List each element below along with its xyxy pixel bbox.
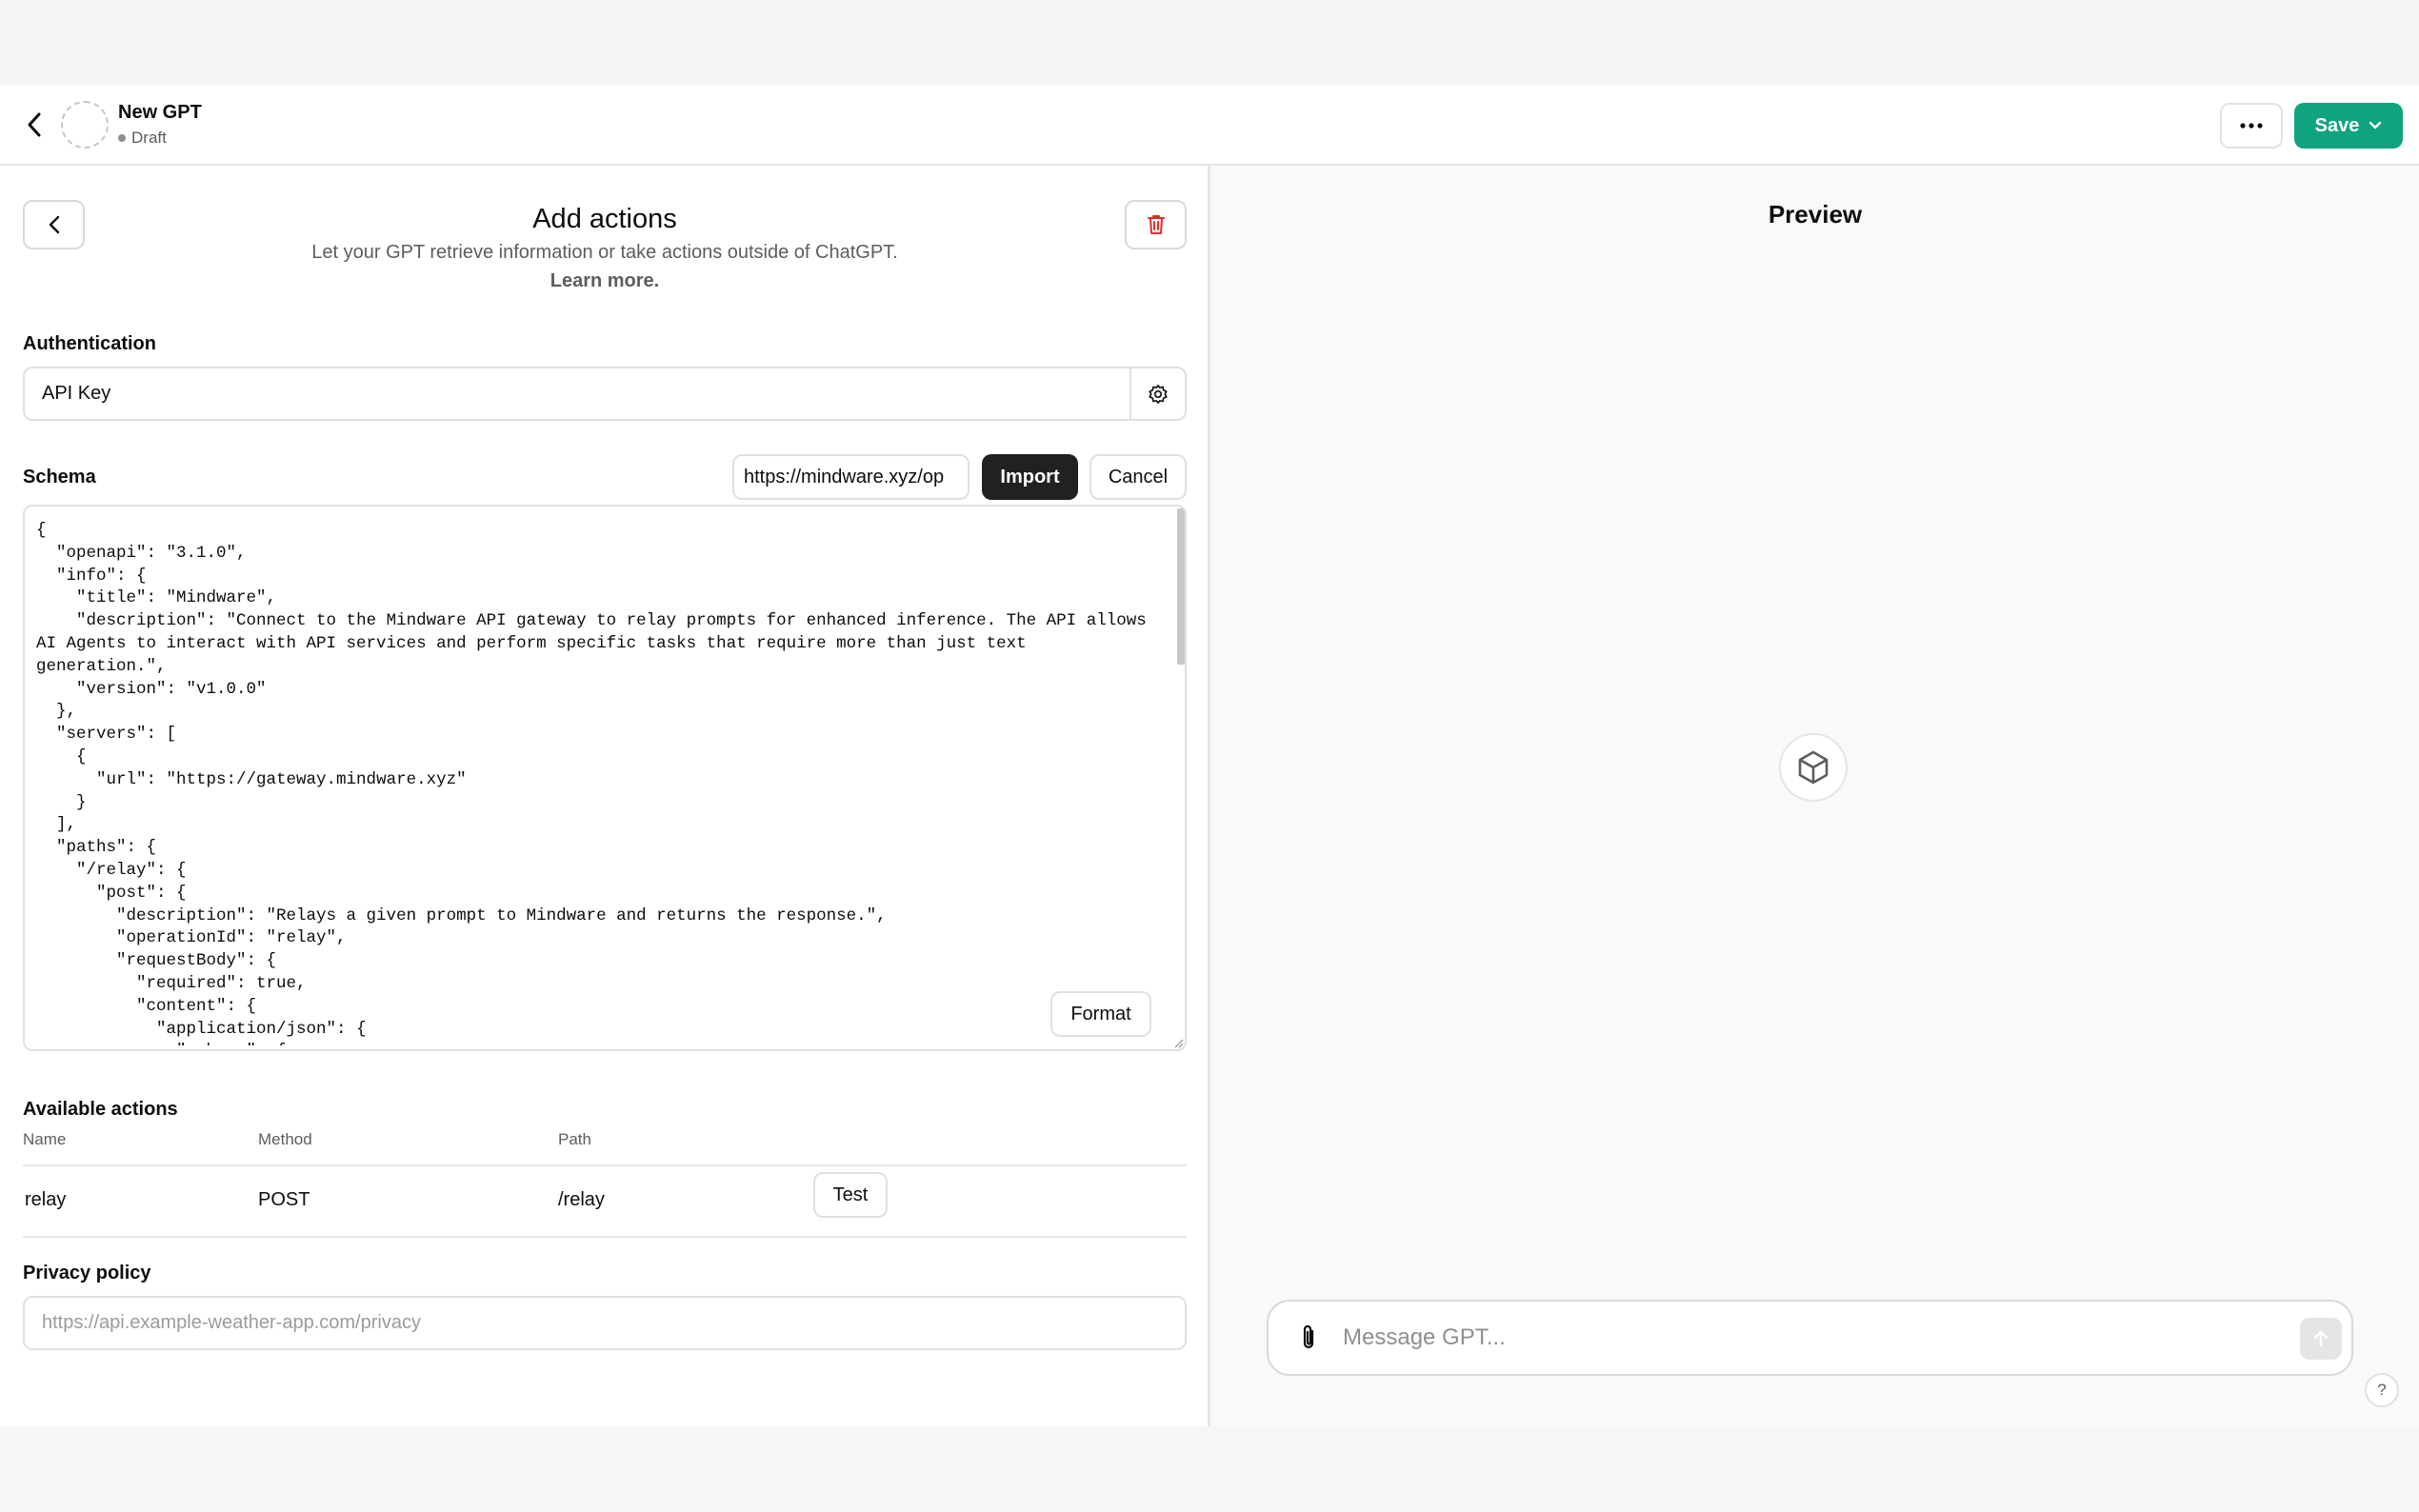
arrow-up-icon (2313, 1330, 2329, 1347)
schema-code[interactable]: { "openapi": "3.1.0", "info": { "title":… (36, 520, 1160, 1045)
gpt-avatar[interactable] (61, 101, 109, 149)
help-button[interactable]: ? (2365, 1373, 2399, 1407)
schema-label: Schema (23, 467, 96, 487)
cancel-button[interactable]: Cancel (1090, 454, 1187, 500)
action-name-cell: relay (25, 1189, 67, 1210)
gpt-editor-header: New GPT Draft Save (0, 85, 2419, 166)
paperclip-icon (1303, 1324, 1314, 1349)
chevron-down-icon (2369, 121, 2382, 129)
gpt-name: New GPT (118, 102, 202, 123)
configure-panel: Add actions Let your GPT retrieve inform… (0, 166, 1210, 1426)
available-actions-label: Available actions (23, 1099, 178, 1120)
gear-icon (1149, 384, 1168, 404)
column-header-path: Path (558, 1130, 591, 1148)
privacy-policy-label: Privacy policy (23, 1263, 151, 1283)
schema-editor[interactable]: { "openapi": "3.1.0", "info": { "title":… (23, 505, 1187, 1051)
page-title: Add actions (532, 204, 677, 234)
authentication-field[interactable]: API Key (23, 367, 1187, 421)
top-band (0, 0, 2419, 85)
resize-handle-icon[interactable] (1172, 1037, 1184, 1048)
table-header-divider (23, 1164, 1187, 1166)
gpt-status: Draft (118, 129, 167, 148)
learn-more-link[interactable]: Learn more. (0, 270, 1210, 292)
test-action-button[interactable]: Test (813, 1172, 888, 1218)
preview-panel: Preview ? (1211, 166, 2419, 1426)
schema-scrollbar-thumb[interactable] (1177, 508, 1185, 665)
save-button[interactable]: Save (2294, 103, 2403, 149)
page-subtitle: Let your GPT retrieve information or tak… (311, 242, 898, 263)
authentication-value: API Key (42, 383, 111, 404)
gpt-status-label: Draft (131, 129, 167, 147)
import-button[interactable]: Import (982, 454, 1078, 500)
privacy-policy-input[interactable] (23, 1296, 1187, 1350)
trash-icon (1147, 215, 1165, 234)
authentication-label: Authentication (23, 333, 156, 354)
ellipsis-icon (2240, 123, 2263, 129)
schema-import-url-input[interactable] (732, 454, 970, 500)
cube-icon (1798, 750, 1829, 785)
column-header-name: Name (23, 1130, 67, 1148)
bottom-band (0, 1426, 2419, 1512)
send-button[interactable] (2300, 1318, 2342, 1360)
message-composer (1267, 1300, 2353, 1376)
delete-action-button[interactable] (1125, 200, 1187, 249)
preview-title: Preview (1768, 200, 1863, 229)
chevron-left-icon (28, 112, 41, 137)
authentication-settings-button[interactable] (1131, 368, 1185, 419)
action-method-cell: POST (258, 1189, 310, 1210)
status-dot-icon (118, 134, 126, 142)
back-button[interactable] (19, 108, 50, 142)
attach-file-button[interactable] (1291, 1321, 1326, 1355)
more-options-button[interactable] (2220, 103, 2283, 149)
format-button[interactable]: Format (1050, 991, 1151, 1037)
preview-gpt-avatar (1779, 733, 1848, 802)
table-row-divider (23, 1236, 1187, 1238)
action-path-cell: /relay (558, 1189, 605, 1210)
message-input[interactable] (1343, 1315, 2257, 1361)
column-header-method: Method (258, 1130, 312, 1148)
save-button-label: Save (2314, 114, 2360, 136)
